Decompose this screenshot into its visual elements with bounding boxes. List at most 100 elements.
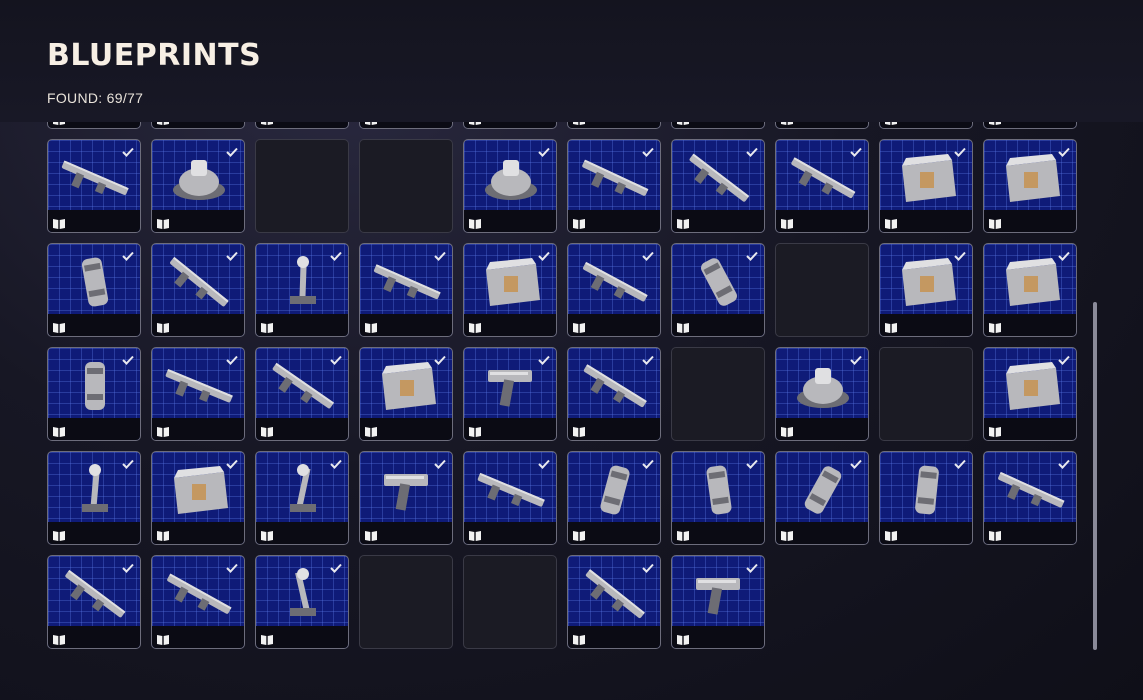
blueprint-slot-empty[interactable] <box>255 139 349 233</box>
blueprint-card[interactable] <box>463 451 557 545</box>
blueprint-slot-empty[interactable] <box>463 555 557 649</box>
blueprint-card[interactable] <box>47 347 141 441</box>
checkmark-icon <box>538 352 550 365</box>
blueprint-card[interactable] <box>879 139 973 233</box>
blueprint-card[interactable] <box>775 347 869 441</box>
checkmark-icon <box>538 248 550 261</box>
checkmark-icon <box>330 456 342 469</box>
checkmark-icon <box>1058 248 1070 261</box>
blueprint-card[interactable] <box>671 555 765 649</box>
checkmark-icon <box>1058 352 1070 365</box>
book-icon <box>469 424 481 437</box>
page-title: BLUEPRINTS <box>47 38 262 73</box>
book-icon <box>53 632 65 645</box>
blueprint-slot-empty[interactable] <box>359 139 453 233</box>
book-icon <box>677 320 689 333</box>
checkmark-icon <box>330 352 342 365</box>
blueprint-slot-empty[interactable] <box>879 347 973 441</box>
scrollbar[interactable] <box>1093 302 1097 650</box>
book-icon <box>53 216 65 229</box>
blueprint-card[interactable] <box>983 347 1077 441</box>
blueprint-card[interactable] <box>47 555 141 649</box>
blueprint-card[interactable] <box>359 243 453 337</box>
checkmark-icon <box>850 456 862 469</box>
blueprint-card[interactable] <box>567 139 661 233</box>
blueprint-card[interactable] <box>567 347 661 441</box>
blueprint-card[interactable] <box>879 243 973 337</box>
blueprint-slot-empty[interactable] <box>359 555 453 649</box>
checkmark-icon <box>122 248 134 261</box>
blueprint-card[interactable] <box>463 243 557 337</box>
book-icon <box>677 216 689 229</box>
checkmark-icon <box>642 248 654 261</box>
blueprint-card[interactable] <box>47 451 141 545</box>
blueprint-card[interactable] <box>983 139 1077 233</box>
blueprint-card[interactable] <box>879 451 973 545</box>
book-icon <box>989 424 1001 437</box>
blueprint-card[interactable] <box>151 139 245 233</box>
book-icon <box>885 216 897 229</box>
blueprint-card[interactable] <box>983 243 1077 337</box>
blueprint-card[interactable] <box>671 139 765 233</box>
book-icon <box>573 528 585 541</box>
blueprint-card[interactable] <box>567 555 661 649</box>
checkmark-icon <box>226 144 238 157</box>
checkmark-icon <box>850 352 862 365</box>
blueprint-card[interactable] <box>255 451 349 545</box>
checkmark-icon <box>746 248 758 261</box>
book-icon <box>365 528 377 541</box>
book-icon <box>157 320 169 333</box>
blueprint-card[interactable] <box>775 139 869 233</box>
blueprint-card[interactable] <box>151 347 245 441</box>
blueprint-card[interactable] <box>463 139 557 233</box>
blueprint-slot-empty[interactable] <box>775 243 869 337</box>
blueprint-card[interactable] <box>567 451 661 545</box>
book-icon <box>365 424 377 437</box>
checkmark-icon <box>642 352 654 365</box>
blueprint-card[interactable] <box>151 555 245 649</box>
book-icon <box>885 320 897 333</box>
blueprint-card[interactable] <box>567 243 661 337</box>
checkmark-icon <box>954 456 966 469</box>
blueprint-card[interactable] <box>983 451 1077 545</box>
blueprint-slot-empty[interactable] <box>671 347 765 441</box>
book-icon <box>53 320 65 333</box>
header: BLUEPRINTS FOUND: 69/77 <box>0 0 1143 122</box>
blueprint-card[interactable] <box>151 451 245 545</box>
book-icon <box>573 320 585 333</box>
blueprint-card[interactable] <box>671 451 765 545</box>
blueprint-card[interactable] <box>775 451 869 545</box>
book-icon <box>885 528 897 541</box>
book-icon <box>781 424 793 437</box>
book-icon <box>365 320 377 333</box>
blueprint-card[interactable] <box>359 347 453 441</box>
checkmark-icon <box>122 352 134 365</box>
checkmark-icon <box>226 560 238 573</box>
checkmark-icon <box>226 456 238 469</box>
book-icon <box>573 632 585 645</box>
checkmark-icon <box>746 456 758 469</box>
checkmark-icon <box>226 352 238 365</box>
blueprint-card[interactable] <box>255 555 349 649</box>
blueprint-card[interactable] <box>151 243 245 337</box>
book-icon <box>261 320 273 333</box>
checkmark-icon <box>434 248 446 261</box>
book-icon <box>261 424 273 437</box>
checkmark-icon <box>538 456 550 469</box>
blueprint-card[interactable] <box>463 347 557 441</box>
blueprint-card[interactable] <box>255 243 349 337</box>
book-icon <box>469 216 481 229</box>
book-icon <box>989 320 1001 333</box>
book-icon <box>469 528 481 541</box>
blueprint-card[interactable] <box>359 451 453 545</box>
checkmark-icon <box>434 456 446 469</box>
checkmark-icon <box>1058 456 1070 469</box>
blueprint-card[interactable] <box>255 347 349 441</box>
blueprint-card[interactable] <box>47 139 141 233</box>
blueprint-card[interactable] <box>47 243 141 337</box>
book-icon <box>989 216 1001 229</box>
blueprint-card[interactable] <box>671 243 765 337</box>
book-icon <box>261 528 273 541</box>
checkmark-icon <box>954 248 966 261</box>
book-icon <box>573 424 585 437</box>
